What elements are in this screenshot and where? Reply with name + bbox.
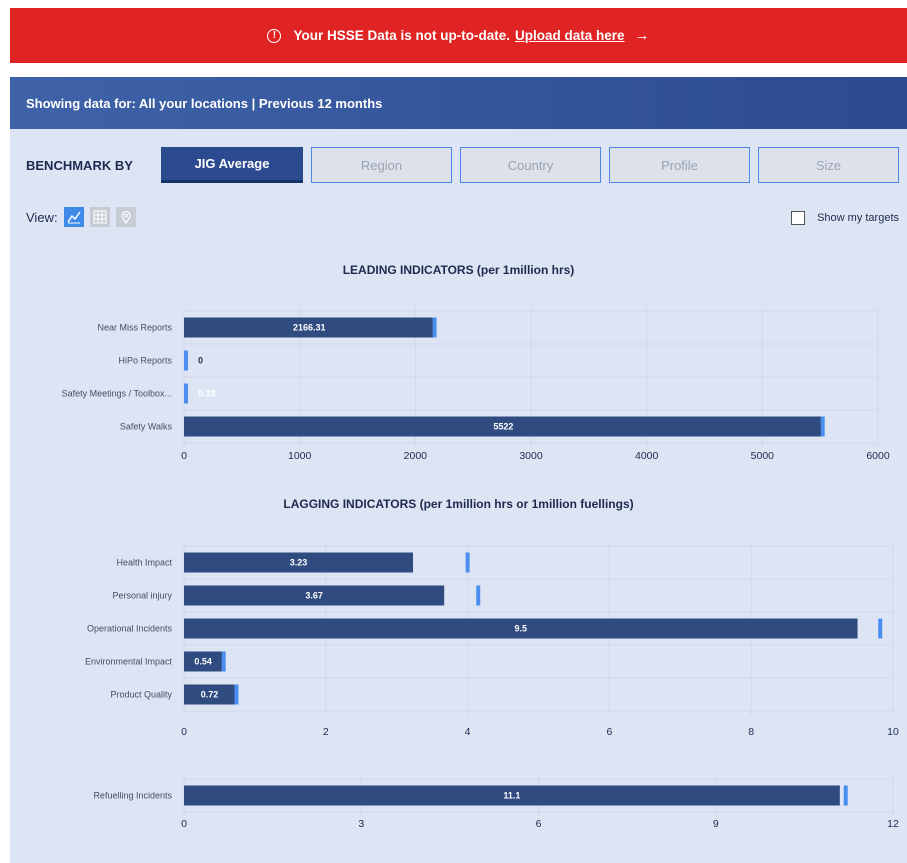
value-label: 11.1 (503, 791, 520, 801)
x-tick-label: 9 (713, 818, 719, 830)
data-outdated-alert: ! Your HSSE Data is not up-to-date. Uplo… (10, 8, 907, 63)
category-label: Operational Incidents (87, 624, 173, 634)
x-tick-label: 3000 (519, 450, 543, 462)
value-label: 3.67 (305, 591, 323, 601)
benchmark-marker (221, 651, 226, 672)
x-tick-label: 10 (887, 726, 899, 738)
category-label: Safety Meetings / Toolbox... (62, 389, 172, 399)
benchmark-marker (184, 383, 188, 404)
x-tick-label: 0 (181, 450, 187, 462)
x-tick-label: 5000 (751, 450, 775, 462)
category-label: Safety Walks (120, 422, 173, 432)
value-label: 0.33 (198, 389, 216, 399)
x-tick-label: 2000 (404, 450, 428, 462)
benchmark-marker (476, 585, 481, 606)
category-label: Health Impact (116, 558, 172, 568)
x-tick-label: 1000 (288, 450, 312, 462)
dashboard-panel: Showing data for: All your locations | P… (10, 77, 907, 863)
value-label: 0 (198, 356, 203, 366)
x-tick-label: 4000 (635, 450, 659, 462)
x-tick-label: 0 (181, 726, 187, 738)
value-label: 0.72 (201, 690, 219, 700)
alert-message: Your HSSE Data is not up-to-date. (293, 28, 510, 43)
x-tick-label: 4 (465, 726, 471, 738)
value-label: 5522 (493, 422, 513, 432)
category-label: Refuelling Incidents (93, 791, 172, 801)
value-label: 2166.31 (293, 323, 326, 333)
x-tick-label: 2 (323, 726, 329, 738)
value-label: 9.5 (515, 624, 528, 634)
benchmark-marker (432, 317, 437, 338)
warning-circle-icon: ! (267, 28, 282, 43)
benchmark-marker (184, 350, 188, 371)
category-label: Environmental Impact (85, 657, 173, 667)
x-tick-label: 8 (748, 726, 754, 738)
upload-data-link[interactable]: Upload data here (515, 28, 625, 43)
x-tick-label: 6 (536, 818, 542, 830)
indicator-charts: 0 1000 2000 3000 4000 5000 6000Near Miss Repor… (62, 307, 899, 830)
category-label: Near Miss Reports (97, 323, 172, 333)
benchmark-marker (820, 416, 825, 437)
x-tick-label: 3 (358, 818, 364, 830)
x-tick-label: 0 (181, 818, 187, 830)
x-tick-label: 12 (887, 818, 899, 830)
category-label: Product Quality (110, 690, 172, 700)
benchmark-marker (843, 785, 848, 806)
arrow-right-icon[interactable]: → (635, 27, 650, 44)
x-tick-label: 6 (606, 726, 612, 738)
value-label: 0.54 (194, 657, 212, 667)
benchmark-marker (465, 552, 470, 573)
category-label: HiPo Reports (118, 356, 172, 366)
category-label: Personal injury (112, 591, 172, 601)
x-tick-label: 6000 (866, 450, 890, 462)
value-label: 3.23 (290, 558, 308, 568)
benchmark-marker (234, 684, 239, 705)
benchmark-marker (878, 618, 883, 639)
